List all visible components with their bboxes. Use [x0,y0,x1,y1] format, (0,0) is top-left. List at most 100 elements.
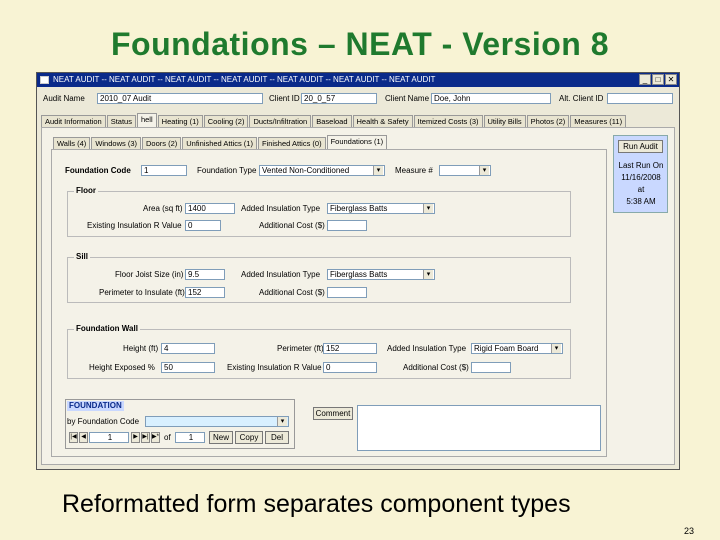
copy-button[interactable]: Copy [235,431,263,444]
sub-tab-3[interactable]: Unfinished Attics (1) [182,137,257,149]
foundation-type-label: Foundation Type [197,166,257,175]
neat-audit-window: NEAT AUDIT -- NEAT AUDIT -- NEAT AUDIT -… [36,72,680,470]
audit-name-field[interactable]: 2010_07 Audit [97,93,263,104]
alt-client-id-field[interactable] [607,93,673,104]
measure-label: Measure # [395,166,433,175]
navigator-sort-select[interactable] [145,416,289,427]
main-tab-4[interactable]: Cooling (2) [203,115,249,127]
last-record-icon: ▶| [142,434,149,440]
sub-tab-0[interactable]: Walls (4) [53,137,91,149]
slide-caption: Reformatted form separates component typ… [62,490,571,518]
last-record-button[interactable]: ▶| [141,432,150,443]
client-id-label: Client ID [269,94,300,103]
sub-tab-4[interactable]: Finished Attics (0) [257,137,326,149]
floor-existing-r-label: Existing Insulation R Value [87,221,182,230]
floor-added-ins-label: Added Insulation Type [241,204,321,213]
main-tab-10[interactable]: Photos (2) [526,115,570,127]
wall-existing-r-field[interactable]: 0 [323,362,377,373]
total-records-field: 1 [175,432,205,443]
first-record-button[interactable]: |◀ [69,432,78,443]
of-label: of [164,433,171,442]
run-audit-button[interactable]: Run Audit [618,140,663,153]
comment-field[interactable] [357,405,601,451]
foundation-code-field[interactable]: 1 [141,165,187,176]
floor-existing-r-field[interactable]: 0 [185,220,221,231]
sill-joist-size-field[interactable]: 9.5 [185,269,225,280]
floor-add-cost-label: Additional Cost ($) [259,221,325,230]
minimize-button[interactable]: _ [639,74,651,85]
sill-added-ins-label: Added Insulation Type [241,270,321,279]
new-record-icon: ▶* [152,434,159,440]
close-button[interactable]: ✕ [665,74,677,85]
audit-name-label: Audit Name [43,94,85,103]
delete-button[interactable]: Del [265,431,289,444]
maximize-button[interactable]: □ [652,74,664,85]
last-run-label: Last Run On [618,161,664,170]
sill-add-cost-field[interactable] [327,287,367,298]
main-tab-1[interactable]: Status [106,115,136,127]
comment-button[interactable]: Comment [313,407,353,420]
foundation-type-select[interactable]: Vented Non-Conditioned [259,165,385,176]
window-title: NEAT AUDIT -- NEAT AUDIT -- NEAT AUDIT -… [53,75,436,84]
window-titlebar: NEAT AUDIT -- NEAT AUDIT -- NEAT AUDIT -… [37,73,679,87]
foundation-wall-group-title: Foundation Wall [74,324,140,333]
sill-group-title: Sill [74,252,91,261]
main-tab-11[interactable]: Measures (11) [570,115,627,127]
floor-group-title: Floor [74,186,98,195]
last-run-at-label: at [637,185,645,194]
next-record-icon: ▶ [133,434,138,440]
sill-perimeter-field[interactable]: 152 [185,287,225,298]
wall-added-ins-label: Added Insulation Type [387,344,467,353]
next-record-button[interactable]: ▶ [131,432,140,443]
client-name-field[interactable]: Doe, John [431,93,551,104]
client-name-label: Client Name [385,94,430,103]
main-tab-0[interactable]: Audit Information [41,115,106,127]
navigator-header: FOUNDATION [67,401,124,411]
floor-added-ins-select[interactable]: Fiberglass Batts [327,203,435,214]
main-tab-row: Audit Information Status hell Heating (1) Co… [41,113,627,127]
new-record-nav-button[interactable]: ▶* [151,432,160,443]
wall-added-ins-select[interactable]: Rigid Foam Board [471,343,563,354]
main-tab-5[interactable]: Ducts/Infiltration [249,115,312,127]
prev-record-button[interactable]: ◀ [79,432,88,443]
main-tab-3[interactable]: Heating (1) [157,115,203,127]
sill-perimeter-label: Perimeter to Insulate (ft) [99,288,185,297]
main-tab-2[interactable]: hell [136,113,157,127]
measure-select[interactable] [439,165,491,176]
floor-area-label: Area (sq ft) [143,204,183,213]
navigator-sort-label: by Foundation Code [67,417,140,426]
main-tab-7[interactable]: Health & Safety [352,115,413,127]
current-record-field[interactable]: 1 [89,432,129,443]
sub-tab-5[interactable]: Foundations (1) [326,135,388,149]
alt-client-id-label: Alt. Client ID [559,94,604,103]
sub-tab-row: Walls (4) Windows (3) Doors (2) Unfinished … [53,135,388,149]
sub-tab-1[interactable]: Windows (3) [91,137,141,149]
client-id-field[interactable]: 20_0_57 [301,93,377,104]
prev-record-icon: ◀ [81,434,86,440]
floor-add-cost-field[interactable] [327,220,367,231]
sill-added-ins-select[interactable]: Fiberglass Batts [327,269,435,280]
app-icon [40,76,49,84]
wall-height-label: Height (ft) [123,344,159,353]
main-tab-6[interactable]: Baseload [312,115,352,127]
main-tab-9[interactable]: Utility Bills [483,115,526,127]
page-number: 23 [683,526,694,536]
wall-exposed-label: Height Exposed % [89,363,155,372]
slide-title: Foundations – NEAT - Version 8 [110,26,609,62]
sill-add-cost-label: Additional Cost ($) [259,288,325,297]
floor-area-field[interactable]: 1400 [185,203,235,214]
sill-joist-size-label: Floor Joist Size (in) [115,270,184,279]
wall-height-field[interactable]: 4 [161,343,215,354]
wall-add-cost-label: Additional Cost ($) [403,363,469,372]
main-tab-8[interactable]: Itemized Costs (3) [413,115,483,127]
new-button[interactable]: New [209,431,233,444]
foundation-code-label: Foundation Code [65,166,131,175]
wall-perimeter-label: Perimeter (ft) [277,344,324,353]
last-run-date: 11/16/2008 [621,173,661,182]
wall-existing-r-label: Existing Insulation R Value [227,363,322,372]
wall-perimeter-field[interactable]: 152 [323,343,377,354]
wall-add-cost-field[interactable] [471,362,511,373]
sub-tab-2[interactable]: Doors (2) [142,137,182,149]
wall-exposed-field[interactable]: 50 [161,362,215,373]
first-record-icon: |◀ [70,434,77,440]
